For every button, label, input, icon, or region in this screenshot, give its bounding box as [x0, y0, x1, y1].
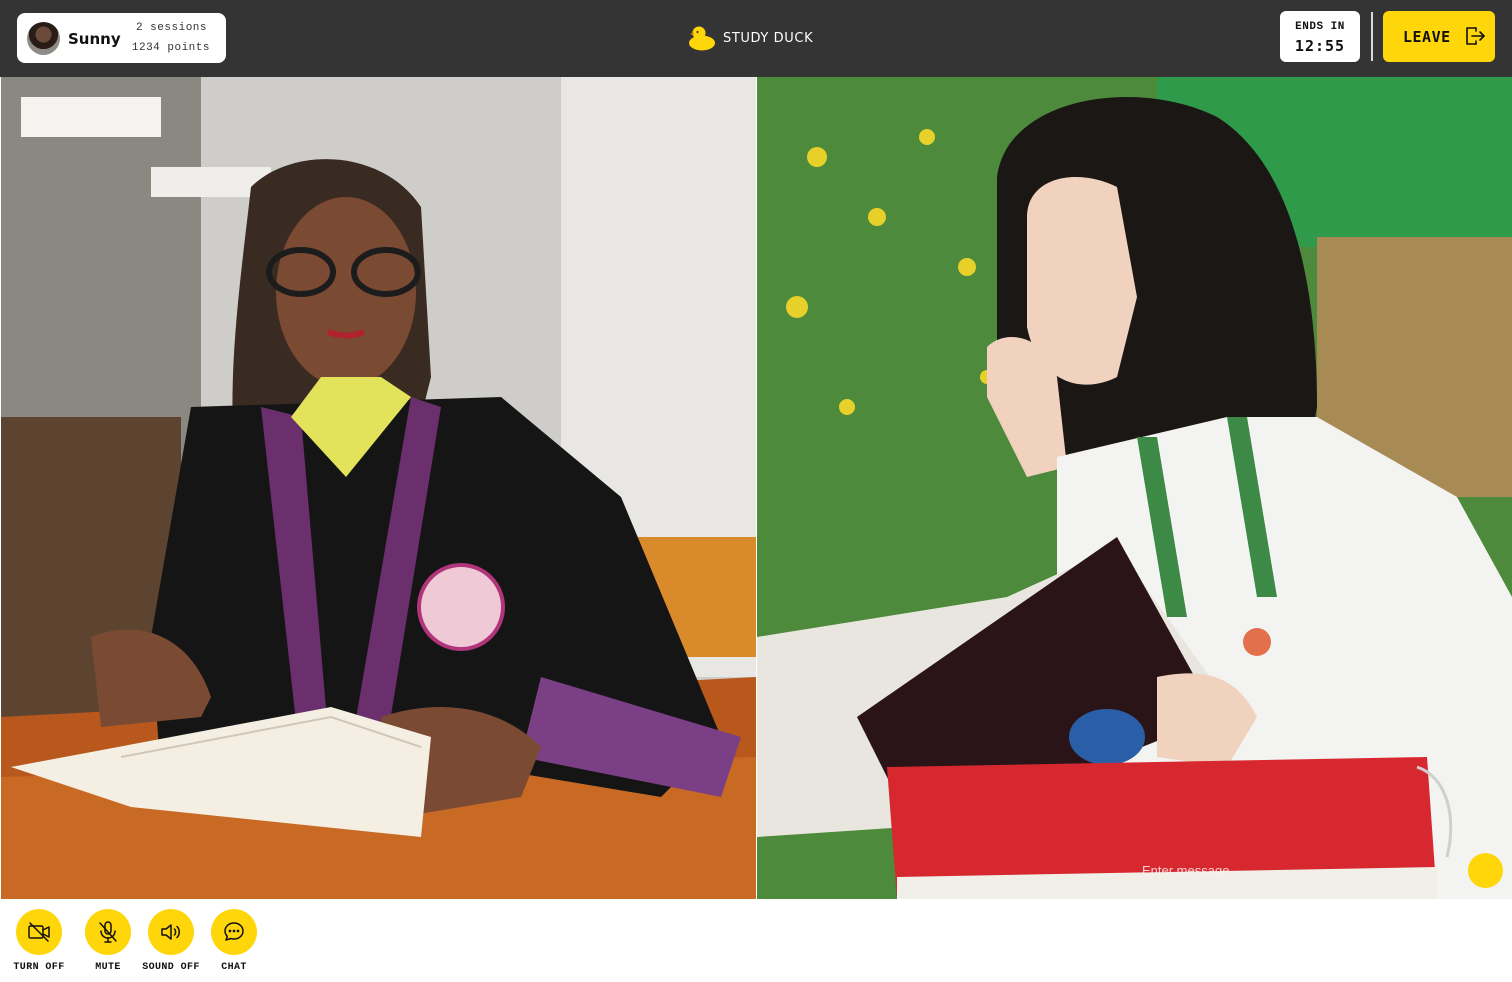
- participant-video-left: [1, 77, 756, 899]
- mute-label: MUTE: [95, 962, 121, 973]
- logout-icon: [1466, 27, 1485, 45]
- camera-off-icon: [28, 922, 50, 942]
- top-bar: Sunny 2 sessions 1234 points STUDY DUCK …: [0, 0, 1512, 77]
- mic-off-icon: [99, 921, 117, 943]
- mute-button[interactable]: [85, 909, 131, 955]
- user-sessions: 2 sessions: [135, 22, 207, 34]
- video-tile-right: [757, 77, 1512, 899]
- chat-label: CHAT: [221, 962, 247, 973]
- camera-toggle-label: TURN OFF: [13, 962, 65, 973]
- leave-label: LEAVE: [1403, 28, 1451, 46]
- sound-toggle-label: SOUND OFF: [142, 962, 200, 973]
- speaker-icon: [161, 924, 180, 940]
- send-icon[interactable]: [1468, 853, 1503, 888]
- chat-button[interactable]: [211, 909, 257, 955]
- sound-toggle-button[interactable]: [148, 909, 194, 955]
- chat-icon: [224, 922, 244, 941]
- camera-toggle-button[interactable]: [16, 909, 62, 955]
- user-points: 1234 points: [131, 42, 210, 54]
- user-name: Sunny: [68, 30, 121, 48]
- leave-button[interactable]: LEAVE: [1383, 11, 1495, 62]
- user-avatar: [27, 22, 60, 55]
- participant-video-right: [757, 77, 1512, 899]
- timer-label: ENDS IN: [1295, 21, 1345, 33]
- header-divider: [1371, 12, 1373, 61]
- session-timer: ENDS IN 12:55: [1280, 11, 1360, 62]
- chat-message-input[interactable]: [1142, 859, 1452, 881]
- brand-name: STUDY DUCK: [723, 30, 814, 46]
- user-profile-card[interactable]: Sunny 2 sessions 1234 points: [17, 13, 226, 63]
- timer-value: 12:55: [1294, 37, 1346, 55]
- brand-logo: STUDY DUCK: [688, 24, 813, 52]
- duck-icon: [689, 26, 715, 51]
- video-tile-left: [1, 77, 756, 899]
